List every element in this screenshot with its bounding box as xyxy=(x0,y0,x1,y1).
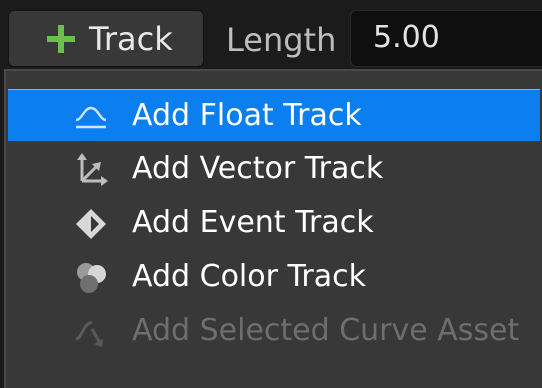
menu-item-label: Add Float Track xyxy=(132,98,362,133)
plus-icon xyxy=(47,25,75,53)
menu-item-add-event-track[interactable]: Add Event Track xyxy=(8,197,540,249)
vector-track-icon xyxy=(77,153,108,186)
curve-asset-icon xyxy=(75,321,103,347)
add-track-button-label: Track xyxy=(89,20,173,58)
length-value: 5.00 xyxy=(373,20,440,55)
timeline-toolbar: Track Length 5.00 xyxy=(0,0,542,72)
color-track-icon xyxy=(77,263,106,293)
length-label: Length xyxy=(226,21,337,59)
menu-item-add-vector-track[interactable]: Add Vector Track xyxy=(8,143,540,195)
add-track-menu: Add Float Track Add Vector Track Add Eve… xyxy=(4,69,542,388)
length-input[interactable]: 5.00 xyxy=(350,10,542,67)
menu-item-add-float-track[interactable]: Add Float Track xyxy=(8,89,540,141)
menu-item-add-color-track[interactable]: Add Color Track xyxy=(8,251,540,303)
menu-item-label: Add Selected Curve Asset xyxy=(132,313,520,348)
add-track-button[interactable]: Track xyxy=(8,10,204,67)
menu-item-label: Add Color Track xyxy=(132,259,366,294)
float-track-icon xyxy=(75,106,107,129)
event-track-icon xyxy=(76,209,106,239)
timeline-editor: Track Length 5.00 Add Float Track Add Ve… xyxy=(0,0,542,388)
menu-item-label: Add Vector Track xyxy=(132,151,384,186)
menu-item-label: Add Event Track xyxy=(132,205,374,240)
menu-item-add-selected-curve-asset[interactable]: Add Selected Curve Asset xyxy=(8,305,540,357)
